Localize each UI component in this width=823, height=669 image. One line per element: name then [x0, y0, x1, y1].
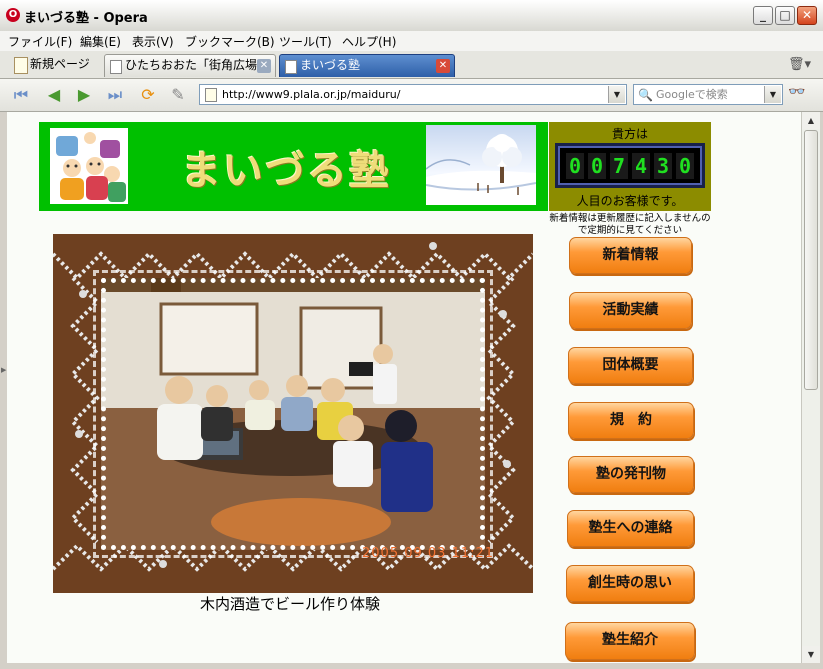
- tab-bar: 新規ページ ひたちおおた「街角広場」 ✕ まいづる塾 ✕ 🗑▾: [0, 51, 823, 79]
- close-tab-icon[interactable]: ✕: [257, 59, 271, 73]
- tab-label: ひたちおおた「街角広場」: [125, 58, 270, 72]
- forward-arrow-icon[interactable]: ▶: [73, 84, 95, 106]
- vertical-scrollbar[interactable]: ▲ ▼: [801, 112, 820, 663]
- scroll-up-icon[interactable]: ▲: [802, 112, 820, 129]
- visitor-counter: 貴方は 0 0 7 4 3 0 人目のお客様です。: [549, 122, 711, 211]
- search-placeholder: Googleで検索: [656, 88, 728, 101]
- edit-pen-icon[interactable]: ✎: [167, 84, 189, 106]
- counter-digit: 7: [610, 152, 628, 179]
- nav-overview-button[interactable]: 団体概要: [568, 347, 693, 384]
- minimize-button[interactable]: _: [753, 6, 773, 25]
- reload-icon[interactable]: ⟳: [137, 84, 159, 106]
- menu-help[interactable]: ヘルプ(H): [342, 33, 396, 50]
- page-icon: [110, 60, 122, 74]
- opera-logo-icon: O: [6, 8, 20, 22]
- navigation-toolbar: ⏮ ◀ ▶ ⏭ ⟳ ✎ http://www9.plala.or.jp/maid…: [0, 79, 823, 112]
- title-bar: O まいづる塾 - Opera _ □ ✕: [0, 0, 823, 32]
- cameraman-illustration: [50, 128, 128, 204]
- nav-member-intro-button[interactable]: 塾生紹介: [565, 622, 695, 660]
- page-icon: [285, 60, 297, 74]
- trash-icon[interactable]: 🗑▾: [788, 57, 811, 72]
- tab-maiduru[interactable]: まいづる塾 ✕: [279, 54, 455, 77]
- tab-hitachiota[interactable]: ひたちおおた「街角広場」 ✕: [104, 54, 276, 77]
- new-page-tab[interactable]: 新規ページ: [6, 54, 98, 77]
- search-dropdown-icon[interactable]: ▼: [764, 86, 781, 103]
- search-field[interactable]: 🔍 Googleで検索 ▼: [633, 84, 783, 105]
- back-arrow-icon[interactable]: ◀: [43, 84, 65, 106]
- menu-bar: ファイル(F) 編集(E) 表示(V) ブックマーク(B) ツール(T) ヘルプ…: [0, 31, 823, 51]
- counter-display: 0 0 7 4 3 0: [555, 143, 705, 188]
- nav-activities-button[interactable]: 活動実績: [569, 292, 692, 329]
- site-title: まいづる塾: [181, 148, 391, 194]
- search-icon: 🔍: [638, 88, 653, 102]
- nav-publications-button[interactable]: 塾の発刊物: [568, 456, 694, 493]
- page-content: まいづる塾 貴方は 0 0 7 4 3 0 人目のお客様です。 新着情報は更新履…: [7, 112, 801, 663]
- expand-arrow-icon: ▶: [1, 366, 7, 374]
- address-dropdown-icon[interactable]: ▼: [608, 86, 625, 103]
- snowy-tree-illustration: [426, 125, 536, 205]
- rewind-icon[interactable]: ⏮: [10, 84, 32, 106]
- new-page-icon: [14, 57, 28, 74]
- update-notice: 新着情報は更新履歴に記入しませんので定期的に見てください: [549, 213, 711, 236]
- site-banner: まいづる塾: [39, 122, 548, 211]
- feature-photo: 2005 09 03 11:21: [53, 234, 533, 593]
- dotted-frame-inner: [101, 278, 485, 550]
- scroll-down-icon[interactable]: ▼: [802, 646, 820, 663]
- counter-digit: 0: [676, 152, 694, 179]
- photo-timestamp: 2005 09 03 11:21: [362, 546, 495, 561]
- menu-tools[interactable]: ツール(T): [279, 33, 332, 50]
- counter-digit: 0: [566, 152, 584, 179]
- photo-caption: 木内酒造でビール作り体験: [200, 595, 381, 613]
- page-icon: [205, 88, 217, 102]
- nav-news-button[interactable]: 新着情報: [569, 237, 692, 274]
- scrollbar-thumb[interactable]: [804, 130, 818, 390]
- menu-view[interactable]: 表示(V): [132, 33, 174, 50]
- nav-rules-button[interactable]: 規 約: [568, 402, 694, 439]
- nav-member-contact-button[interactable]: 塾生への連絡: [567, 510, 694, 547]
- tab-label: まいづる塾: [300, 58, 361, 72]
- address-bar[interactable]: http://www9.plala.or.jp/maiduru/ ▼: [199, 84, 627, 105]
- panel-toggle[interactable]: ▶: [0, 112, 7, 663]
- menu-edit[interactable]: 編集(E): [80, 33, 121, 50]
- address-url: http://www9.plala.or.jp/maiduru/: [222, 88, 401, 101]
- counter-digit: 4: [632, 152, 650, 179]
- counter-top-text: 貴方は: [611, 127, 648, 141]
- counter-bottom-text: 人目のお客様です。: [576, 194, 684, 208]
- menu-file[interactable]: ファイル(F): [8, 33, 72, 50]
- maximize-button[interactable]: □: [775, 6, 795, 25]
- counter-digit: 3: [654, 152, 672, 179]
- counter-digit: 0: [588, 152, 606, 179]
- close-tab-icon[interactable]: ✕: [436, 59, 450, 73]
- glasses-icon[interactable]: 👓: [788, 84, 805, 100]
- fast-forward-icon[interactable]: ⏭: [104, 84, 126, 106]
- window-title: まいづる塾 - Opera: [24, 11, 148, 26]
- new-page-label: 新規ページ: [30, 57, 90, 71]
- close-window-button[interactable]: ✕: [797, 6, 817, 25]
- nav-founding-thoughts-button[interactable]: 創生時の思い: [566, 565, 694, 602]
- menu-bookmarks[interactable]: ブックマーク(B): [185, 33, 275, 50]
